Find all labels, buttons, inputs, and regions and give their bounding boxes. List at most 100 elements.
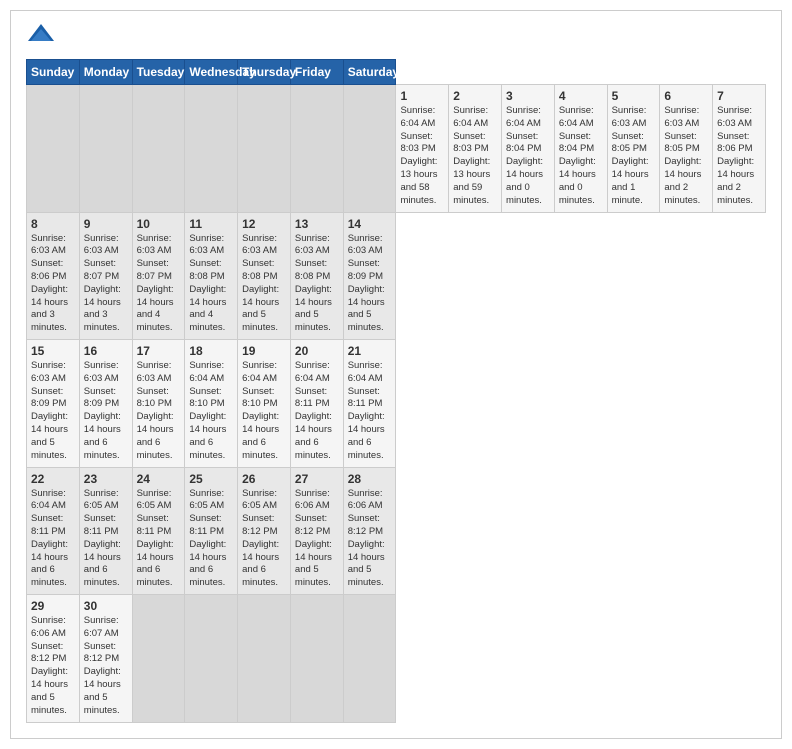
cell-content: Sunrise: 6:03 AM Sunset: 8:07 PM Dayligh… (84, 233, 128, 336)
day-header-saturday: Saturday (343, 60, 396, 85)
cell-content: Sunrise: 6:06 AM Sunset: 8:12 PM Dayligh… (31, 615, 75, 718)
calendar-cell: 25Sunrise: 6:05 AM Sunset: 8:11 PM Dayli… (185, 467, 238, 595)
cell-content: Sunrise: 6:05 AM Sunset: 8:11 PM Dayligh… (137, 488, 181, 591)
day-number: 15 (31, 344, 75, 358)
calendar-cell (79, 85, 132, 213)
calendar-cell: 21 Sunrise: 6:04 AM Sunset: 8:11 PM Dayli… (343, 340, 396, 468)
calendar-cell (132, 85, 185, 213)
cell-content: Sunrise: 6:03 AM Sunset: 8:09 PM Dayligh… (348, 233, 392, 336)
cell-content: Sunrise: 6:05 AM Sunset: 8:11 PM Dayligh… (84, 488, 128, 591)
day-number: 10 (137, 217, 181, 231)
cell-content: Sunrise: 6:06 AM Sunset: 8:12 PM Dayligh… (348, 488, 392, 591)
cell-content: Sunrise: 6:04 AM Sunset: 8:11 PM Dayligh… (31, 488, 75, 591)
day-number: 26 (242, 472, 286, 486)
day-number: 13 (295, 217, 339, 231)
cell-content: Sunrise: 6:03 AM Sunset: 8:09 PM Dayligh… (84, 360, 128, 463)
day-number: 16 (84, 344, 128, 358)
calendar-cell: 23 Sunrise: 6:05 AM Sunset: 8:11 PM Dayli… (79, 467, 132, 595)
calendar-cell (238, 595, 291, 723)
cell-content: Sunrise: 6:04 AM Sunset: 8:10 PM Dayligh… (242, 360, 286, 463)
day-number: 9 (84, 217, 128, 231)
cell-content: Sunrise: 6:04 AM Sunset: 8:11 PM Dayligh… (348, 360, 392, 463)
cell-content: Sunrise: 6:03 AM Sunset: 8:08 PM Dayligh… (242, 233, 286, 336)
day-number: 6 (664, 89, 708, 103)
calendar-cell (343, 595, 396, 723)
day-number: 2 (453, 89, 497, 103)
day-number: 21 (348, 344, 392, 358)
day-header-friday: Friday (290, 60, 343, 85)
calendar-cell: 3 Sunrise: 6:04 AM Sunset: 8:04 PM Daylig… (502, 85, 555, 213)
calendar-cell (185, 85, 238, 213)
cell-content: Sunrise: 6:04 AM Sunset: 8:04 PM Dayligh… (559, 105, 603, 208)
cell-content: Sunrise: 6:07 AM Sunset: 8:12 PM Dayligh… (84, 615, 128, 718)
calendar-cell: 22 Sunrise: 6:04 AM Sunset: 8:11 PM Dayli… (27, 467, 80, 595)
day-number: 22 (31, 472, 75, 486)
calendar-cell: 11Sunrise: 6:03 AM Sunset: 8:08 PM Dayli… (185, 212, 238, 340)
day-number: 29 (31, 599, 75, 613)
day-number: 11 (189, 217, 233, 231)
day-number: 30 (84, 599, 128, 613)
day-number: 7 (717, 89, 761, 103)
calendar-cell (185, 595, 238, 723)
calendar-cell: 18 Sunrise: 6:04 AM Sunset: 8:10 PM Dayli… (185, 340, 238, 468)
cell-content: Sunrise: 6:05 AM Sunset: 8:12 PM Dayligh… (242, 488, 286, 591)
calendar-cell (132, 595, 185, 723)
cell-content: Sunrise: 6:03 AM Sunset: 8:10 PM Dayligh… (137, 360, 181, 463)
calendar-cell: 17Sunrise: 6:03 AM Sunset: 8:10 PM Dayli… (132, 340, 185, 468)
calendar-page: SundayMondayTuesdayWednesdayThursdayFrid… (10, 10, 782, 739)
header (26, 21, 766, 51)
week-row-5: 29 Sunrise: 6:06 AM Sunset: 8:12 PM Dayli… (27, 595, 766, 723)
calendar-cell: 1 Sunrise: 6:04 AM Sunset: 8:03 PM Daylig… (396, 85, 449, 213)
day-header-wednesday: Wednesday (185, 60, 238, 85)
calendar-cell: 29 Sunrise: 6:06 AM Sunset: 8:12 PM Dayli… (27, 595, 80, 723)
calendar-cell: 27 Sunrise: 6:06 AM Sunset: 8:12 PM Dayli… (290, 467, 343, 595)
cell-content: Sunrise: 6:03 AM Sunset: 8:09 PM Dayligh… (31, 360, 75, 463)
day-number: 28 (348, 472, 392, 486)
day-number: 24 (137, 472, 181, 486)
calendar-cell (27, 85, 80, 213)
day-number: 23 (84, 472, 128, 486)
calendar-cell: 13 Sunrise: 6:03 AM Sunset: 8:08 PM Dayli… (290, 212, 343, 340)
cell-content: Sunrise: 6:03 AM Sunset: 8:06 PM Dayligh… (31, 233, 75, 336)
cell-content: Sunrise: 6:05 AM Sunset: 8:11 PM Dayligh… (189, 488, 233, 591)
day-number: 4 (559, 89, 603, 103)
day-header-tuesday: Tuesday (132, 60, 185, 85)
week-row-2: 8Sunrise: 6:03 AM Sunset: 8:06 PM Daylig… (27, 212, 766, 340)
day-number: 27 (295, 472, 339, 486)
calendar-cell: 6 Sunrise: 6:03 AM Sunset: 8:05 PM Daylig… (660, 85, 713, 213)
day-number: 18 (189, 344, 233, 358)
cell-content: Sunrise: 6:04 AM Sunset: 8:03 PM Dayligh… (400, 105, 444, 208)
cell-content: Sunrise: 6:06 AM Sunset: 8:12 PM Dayligh… (295, 488, 339, 591)
cell-content: Sunrise: 6:04 AM Sunset: 8:04 PM Dayligh… (506, 105, 550, 208)
calendar-cell (290, 595, 343, 723)
calendar-cell: 4 Sunrise: 6:04 AM Sunset: 8:04 PM Daylig… (554, 85, 607, 213)
calendar-cell: 20Sunrise: 6:04 AM Sunset: 8:11 PM Dayli… (290, 340, 343, 468)
day-number: 1 (400, 89, 444, 103)
calendar-cell (343, 85, 396, 213)
calendar-cell (238, 85, 291, 213)
day-number: 14 (348, 217, 392, 231)
calendar-cell: 9 Sunrise: 6:03 AM Sunset: 8:07 PM Daylig… (79, 212, 132, 340)
day-header-thursday: Thursday (238, 60, 291, 85)
day-number: 19 (242, 344, 286, 358)
day-header-monday: Monday (79, 60, 132, 85)
week-row-1: 1 Sunrise: 6:04 AM Sunset: 8:03 PM Daylig… (27, 85, 766, 213)
header-row: SundayMondayTuesdayWednesdayThursdayFrid… (27, 60, 766, 85)
calendar-cell: 16 Sunrise: 6:03 AM Sunset: 8:09 PM Dayli… (79, 340, 132, 468)
calendar-cell: 2 Sunrise: 6:04 AM Sunset: 8:03 PM Daylig… (449, 85, 502, 213)
cell-content: Sunrise: 6:04 AM Sunset: 8:03 PM Dayligh… (453, 105, 497, 208)
cell-content: Sunrise: 6:03 AM Sunset: 8:07 PM Dayligh… (137, 233, 181, 336)
logo-icon (26, 21, 56, 51)
calendar-cell: 14 Sunrise: 6:03 AM Sunset: 8:09 PM Dayli… (343, 212, 396, 340)
day-header-sunday: Sunday (27, 60, 80, 85)
cell-content: Sunrise: 6:03 AM Sunset: 8:05 PM Dayligh… (664, 105, 708, 208)
week-row-4: 22 Sunrise: 6:04 AM Sunset: 8:11 PM Dayli… (27, 467, 766, 595)
logo (26, 21, 60, 51)
cell-content: Sunrise: 6:04 AM Sunset: 8:10 PM Dayligh… (189, 360, 233, 463)
cell-content: Sunrise: 6:03 AM Sunset: 8:08 PM Dayligh… (295, 233, 339, 336)
day-number: 3 (506, 89, 550, 103)
calendar-cell (290, 85, 343, 213)
calendar-cell: 24 Sunrise: 6:05 AM Sunset: 8:11 PM Dayli… (132, 467, 185, 595)
cell-content: Sunrise: 6:03 AM Sunset: 8:06 PM Dayligh… (717, 105, 761, 208)
calendar-cell: 19 Sunrise: 6:04 AM Sunset: 8:10 PM Dayli… (238, 340, 291, 468)
